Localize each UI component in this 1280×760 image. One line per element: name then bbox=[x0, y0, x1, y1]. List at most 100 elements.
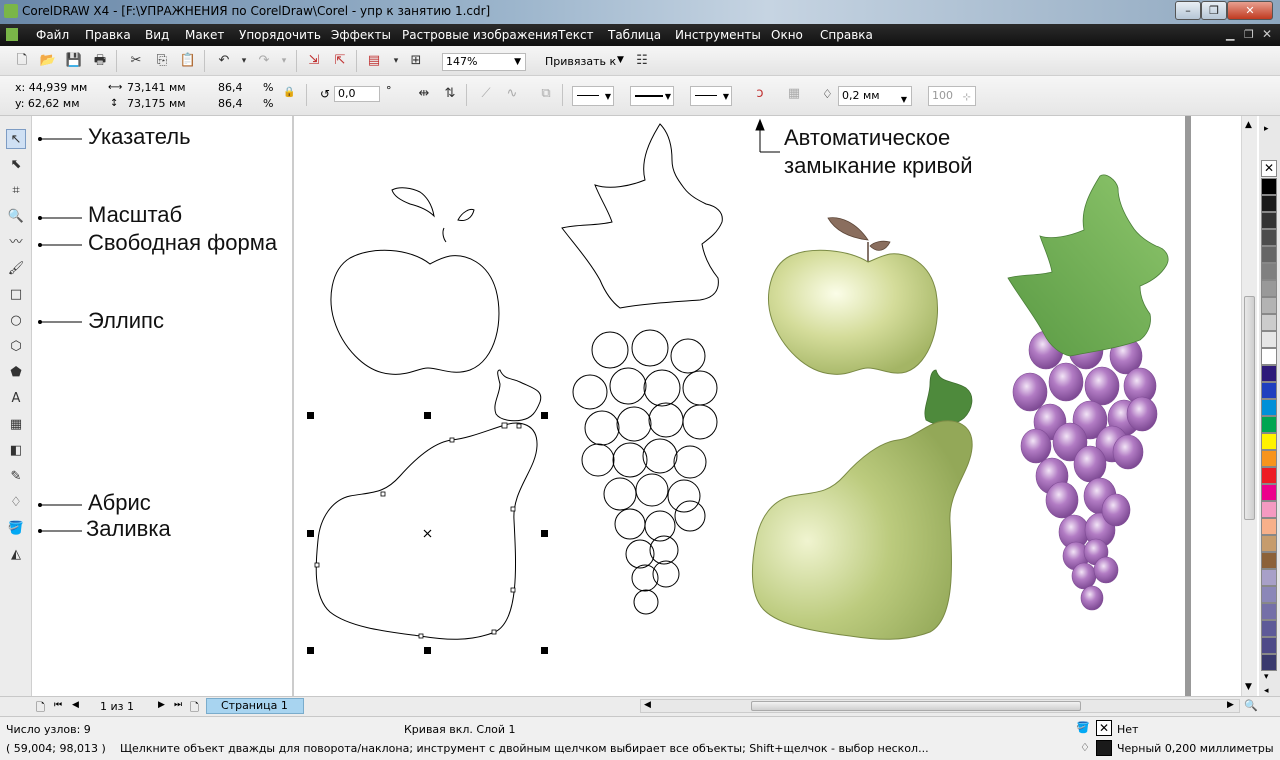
palette-swatch[interactable] bbox=[1261, 518, 1277, 535]
palette-swatch[interactable] bbox=[1261, 433, 1277, 450]
doc-restore-icon[interactable]: ❐ bbox=[1244, 28, 1254, 41]
y-position-field[interactable]: y: 62,62 мм bbox=[12, 97, 100, 113]
menu-table[interactable]: Таблица bbox=[608, 28, 661, 42]
x-position-field[interactable]: x: 44,939 мм bbox=[12, 81, 100, 97]
options-icon[interactable]: ☷ bbox=[632, 51, 652, 71]
welcome-screen-icon[interactable]: ⊞ bbox=[406, 51, 426, 71]
paste-icon[interactable]: 📋 bbox=[178, 51, 198, 71]
page-tab[interactable]: Страница 1 bbox=[206, 698, 304, 714]
doc-minimize-icon[interactable]: ▁ bbox=[1226, 28, 1234, 41]
cut-icon[interactable]: ✂ bbox=[126, 51, 146, 71]
start-arrow-select[interactable]: ▼ bbox=[572, 86, 614, 106]
palette-swatch[interactable] bbox=[1261, 586, 1277, 603]
redo-icon[interactable]: ↷ bbox=[254, 51, 274, 71]
drawing-canvas[interactable]: Указатель Масштаб Свободная форма Эллипс… bbox=[33, 116, 1241, 696]
scale-x-field[interactable]: 86,4 bbox=[215, 81, 259, 97]
rectangle-tool[interactable]: □ bbox=[6, 285, 26, 305]
palette-swatch[interactable] bbox=[1261, 450, 1277, 467]
first-page-icon[interactable]: ⏮ bbox=[54, 700, 62, 710]
text-tool[interactable]: A bbox=[6, 389, 26, 409]
polygon-tool[interactable]: ⬡ bbox=[6, 337, 26, 357]
shape-tool[interactable]: ⬉ bbox=[6, 155, 26, 175]
menu-view[interactable]: Вид bbox=[145, 28, 169, 42]
height-field[interactable]: 73,175 мм bbox=[124, 97, 200, 113]
palette-swatch[interactable] bbox=[1261, 620, 1277, 637]
mirror-horizontal-icon[interactable]: ⇹ bbox=[414, 84, 434, 104]
import-icon[interactable]: ⇲ bbox=[304, 51, 324, 71]
smart-fill-tool[interactable]: 🖌 bbox=[6, 259, 26, 279]
palette-swatch[interactable] bbox=[1261, 195, 1277, 212]
palette-swatch[interactable] bbox=[1261, 552, 1277, 569]
menu-text[interactable]: Текст bbox=[558, 28, 594, 42]
copy-icon[interactable]: ⎘ bbox=[152, 51, 172, 71]
end-arrow-select[interactable]: ▼ bbox=[690, 86, 732, 106]
fill-color-swatch[interactable]: ✕ bbox=[1096, 720, 1112, 736]
table-tool[interactable]: ▦ bbox=[6, 415, 26, 435]
prev-page-icon[interactable]: ◀ bbox=[72, 700, 79, 710]
hscroll-thumb[interactable] bbox=[751, 701, 1081, 711]
palette-swatch[interactable] bbox=[1261, 637, 1277, 654]
palette-swatch[interactable] bbox=[1261, 535, 1277, 552]
to-curve-icon[interactable]: ∿ bbox=[502, 84, 522, 104]
palette-swatch[interactable] bbox=[1261, 280, 1277, 297]
width-field[interactable]: 73,141 мм bbox=[124, 81, 200, 97]
lock-ratio-icon[interactable]: 🔒 bbox=[283, 87, 295, 98]
palette-swatch[interactable] bbox=[1261, 178, 1277, 195]
export-icon[interactable]: ⇱ bbox=[330, 51, 350, 71]
outline-color-swatch[interactable] bbox=[1096, 740, 1112, 756]
horizontal-scrollbar[interactable]: ◀ ▶ bbox=[640, 699, 1240, 713]
palette-swatch[interactable] bbox=[1261, 229, 1277, 246]
next-page-icon[interactable]: ▶ bbox=[158, 700, 165, 710]
palette-expand-icon[interactable]: ◂ bbox=[1264, 686, 1269, 696]
break-apart-icon[interactable]: ⧉ bbox=[536, 84, 556, 104]
line-style-select[interactable]: ▼ bbox=[630, 86, 674, 106]
palette-swatch[interactable] bbox=[1261, 467, 1277, 484]
freehand-tool[interactable]: 〰 bbox=[6, 233, 26, 253]
ellipse-tool[interactable]: ○ bbox=[6, 311, 26, 331]
scroll-up-icon[interactable]: ▲ bbox=[1245, 120, 1252, 130]
palette-swatch[interactable] bbox=[1261, 263, 1277, 280]
snap-to-button[interactable]: Привязать к bbox=[545, 55, 616, 68]
menu-bitmaps[interactable]: Растровые изображения bbox=[402, 28, 558, 42]
palette-swatch[interactable] bbox=[1261, 246, 1277, 263]
pick-tool[interactable]: ↖ bbox=[6, 129, 26, 149]
palette-swatch[interactable] bbox=[1261, 501, 1277, 518]
close-button[interactable]: ✕ bbox=[1227, 1, 1273, 20]
palette-scroll-up-icon[interactable]: ▸ bbox=[1264, 124, 1269, 134]
zoom-level-select[interactable]: 147% ▼ bbox=[442, 53, 526, 71]
palette-swatch[interactable] bbox=[1261, 569, 1277, 586]
save-icon[interactable]: 💾 bbox=[64, 51, 84, 71]
menu-arrange[interactable]: Упорядочить bbox=[239, 28, 321, 42]
doc-close-icon[interactable]: ✕ bbox=[1262, 27, 1272, 41]
palette-swatch[interactable] bbox=[1261, 399, 1277, 416]
application-launcher-icon[interactable]: ▤ bbox=[364, 51, 384, 71]
scroll-down-icon[interactable]: ▼ bbox=[1245, 682, 1252, 692]
interactive-blend-tool[interactable]: ◧ bbox=[6, 441, 26, 461]
palette-swatch[interactable] bbox=[1261, 314, 1277, 331]
palette-swatch[interactable] bbox=[1261, 654, 1277, 671]
snap-dropdown-icon[interactable]: ▼ bbox=[617, 55, 624, 65]
scroll-right-icon[interactable]: ▶ bbox=[1227, 700, 1234, 710]
basic-shapes-tool[interactable]: ⬟ bbox=[6, 363, 26, 383]
menu-edit[interactable]: Правка bbox=[85, 28, 131, 42]
launcher-dropdown-icon[interactable]: ▾ bbox=[386, 51, 406, 71]
minimize-button[interactable]: – bbox=[1175, 1, 1201, 20]
palette-swatch[interactable] bbox=[1261, 348, 1277, 365]
undo-icon[interactable]: ↶ bbox=[214, 51, 234, 71]
crop-tool[interactable]: ⌗ bbox=[6, 181, 26, 201]
palette-swatch[interactable] bbox=[1261, 382, 1277, 399]
menu-help[interactable]: Справка bbox=[820, 28, 873, 42]
print-icon[interactable]: 🖶 bbox=[90, 51, 110, 71]
rotation-field[interactable]: 0,0 bbox=[334, 86, 380, 102]
undo-dropdown-icon[interactable]: ▾ bbox=[234, 51, 254, 71]
open-icon[interactable]: 📂 bbox=[38, 51, 58, 71]
smoothing-field[interactable]: 100 ⊹ bbox=[928, 86, 976, 106]
palette-swatch[interactable] bbox=[1261, 365, 1277, 382]
new-document-icon[interactable]: 🗋 bbox=[12, 51, 32, 71]
mirror-vertical-icon[interactable]: ⇅ bbox=[440, 84, 460, 104]
menu-file[interactable]: Файл bbox=[36, 28, 69, 42]
outline-width-select[interactable]: 0,2 мм ▼ bbox=[838, 86, 912, 106]
palette-swatch[interactable] bbox=[1261, 603, 1277, 620]
navigator-zoom-icon[interactable]: 🔍 bbox=[1244, 699, 1258, 712]
wrap-text-icon[interactable]: ▦ bbox=[784, 84, 804, 104]
